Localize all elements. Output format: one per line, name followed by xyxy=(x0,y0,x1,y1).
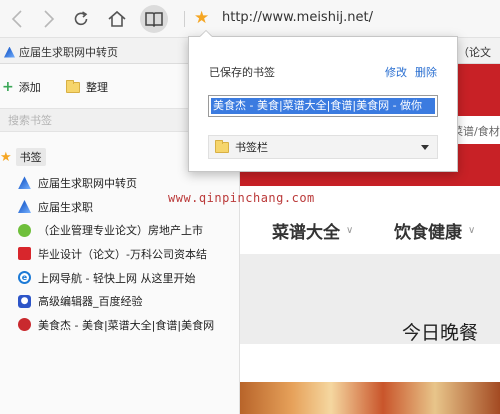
star-icon[interactable]: ★ xyxy=(194,9,209,27)
nav-item-label: 菜谱大全 xyxy=(272,223,340,243)
nav-item-recipes[interactable]: 菜谱大全 ∨ xyxy=(272,218,353,243)
triangle-site-icon xyxy=(4,46,15,58)
organize-button[interactable]: 整理 xyxy=(66,79,108,95)
bookmark-item[interactable]: （企业管理专业论文）房地产上市 xyxy=(18,218,238,242)
bookmark-item[interactable]: ● 高级编辑器_百度经验 xyxy=(18,289,238,313)
chevron-down-icon: ∨ xyxy=(346,225,354,236)
dropdown-caret-icon xyxy=(421,145,429,150)
delete-link[interactable]: 删除 xyxy=(415,64,437,80)
ie-icon: e xyxy=(18,271,31,285)
bookmark-item-label: 上网导航 - 轻快上网 从这里开始 xyxy=(38,271,196,285)
edit-link[interactable]: 修改 xyxy=(385,64,407,80)
add-label: 添加 xyxy=(18,81,41,94)
triangle-site-icon xyxy=(18,176,31,190)
bookmark-item-label: 高级编辑器_百度经验 xyxy=(38,295,143,309)
triangle-site-icon xyxy=(18,200,31,214)
nav-item-health[interactable]: 饮食健康 ∨ xyxy=(394,218,475,243)
bookmark-item[interactable]: e 上网导航 - 轻快上网 从这里开始 xyxy=(18,266,238,290)
folder-icon xyxy=(66,79,80,93)
back-icon[interactable] xyxy=(4,6,30,32)
nav-item-label: 饮食健康 xyxy=(394,223,462,243)
site-nav: 菜谱大全 ∨ 饮食健康 ∨ xyxy=(240,212,500,254)
bookmark-item-label: 毕业设计（论文）-万科公司资本结 xyxy=(38,247,207,261)
bookmarks-root-folder[interactable]: ★ 书签 xyxy=(0,148,46,166)
popup-arrow-inner xyxy=(200,31,212,37)
bookmarks-root-label: 书签 xyxy=(15,148,46,166)
folder-select[interactable]: 书签栏 xyxy=(208,135,438,159)
bookmark-item-label: （企业管理专业论文）房地产上市 xyxy=(38,224,203,238)
bookmarks-bar-item-label: （论文 xyxy=(458,46,491,59)
bookmark-item-label: 美食杰 - 美食|菜谱大全|食谱|美食网 xyxy=(38,318,215,332)
address-bar-url[interactable]: http://www.meishij.net/ xyxy=(222,10,373,25)
bookmarks-bar-item[interactable]: （论文 xyxy=(458,44,491,60)
green-circle-icon xyxy=(18,223,31,237)
bookmark-saved-popup: 已保存的书签 修改 删除 美食杰 - 美食|菜谱大全|食谱|美食网 - 做你 书… xyxy=(188,36,458,172)
bookmark-item-label: 应届生求职网中转页 xyxy=(38,176,137,190)
toolbar-divider xyxy=(184,11,185,27)
site-search-hint: 菜谱/食材 xyxy=(452,125,500,138)
folder-select-value: 书签栏 xyxy=(235,141,268,154)
popup-title: 已保存的书签 xyxy=(209,66,275,79)
reader-icon[interactable] xyxy=(140,5,168,33)
organize-label: 整理 xyxy=(86,81,108,94)
forward-icon[interactable] xyxy=(36,6,62,32)
star-icon: ★ xyxy=(0,149,12,165)
bookmark-item[interactable]: 美食杰 - 美食|菜谱大全|食谱|美食网 xyxy=(18,313,238,337)
bookmark-item-label: 应届生求职 xyxy=(38,200,93,214)
home-icon[interactable] xyxy=(104,6,130,32)
bookmarks-bar-item[interactable]: 应届生求职网中转页 xyxy=(4,44,118,60)
bookmarks-bar-item-label: 应届生求职网中转页 xyxy=(19,46,118,59)
bookmark-name-field[interactable]: 美食杰 - 美食|菜谱大全|食谱|美食网 - 做你 xyxy=(208,95,438,117)
chevron-down-icon: ∨ xyxy=(468,225,476,236)
browser-toolbar: ★ http://www.meishij.net/ xyxy=(0,0,500,38)
section-headline: 今日晚餐 xyxy=(402,322,479,344)
reload-icon[interactable] xyxy=(68,6,94,32)
paw-icon: ● xyxy=(18,294,31,308)
plus-icon: + xyxy=(2,79,14,95)
add-bookmark-button[interactable]: + 添加 xyxy=(2,79,41,95)
bookmark-name-value: 美食杰 - 美食|菜谱大全|食谱|美食网 - 做你 xyxy=(211,98,435,114)
bookmark-item[interactable]: 毕业设计（论文）-万科公司资本结 xyxy=(18,242,238,266)
food-image[interactable] xyxy=(240,382,500,414)
watermark: www.qinpinchang.com xyxy=(168,191,315,205)
meishij-icon xyxy=(18,318,31,332)
red-square-icon xyxy=(18,247,31,261)
folder-icon xyxy=(215,139,229,153)
